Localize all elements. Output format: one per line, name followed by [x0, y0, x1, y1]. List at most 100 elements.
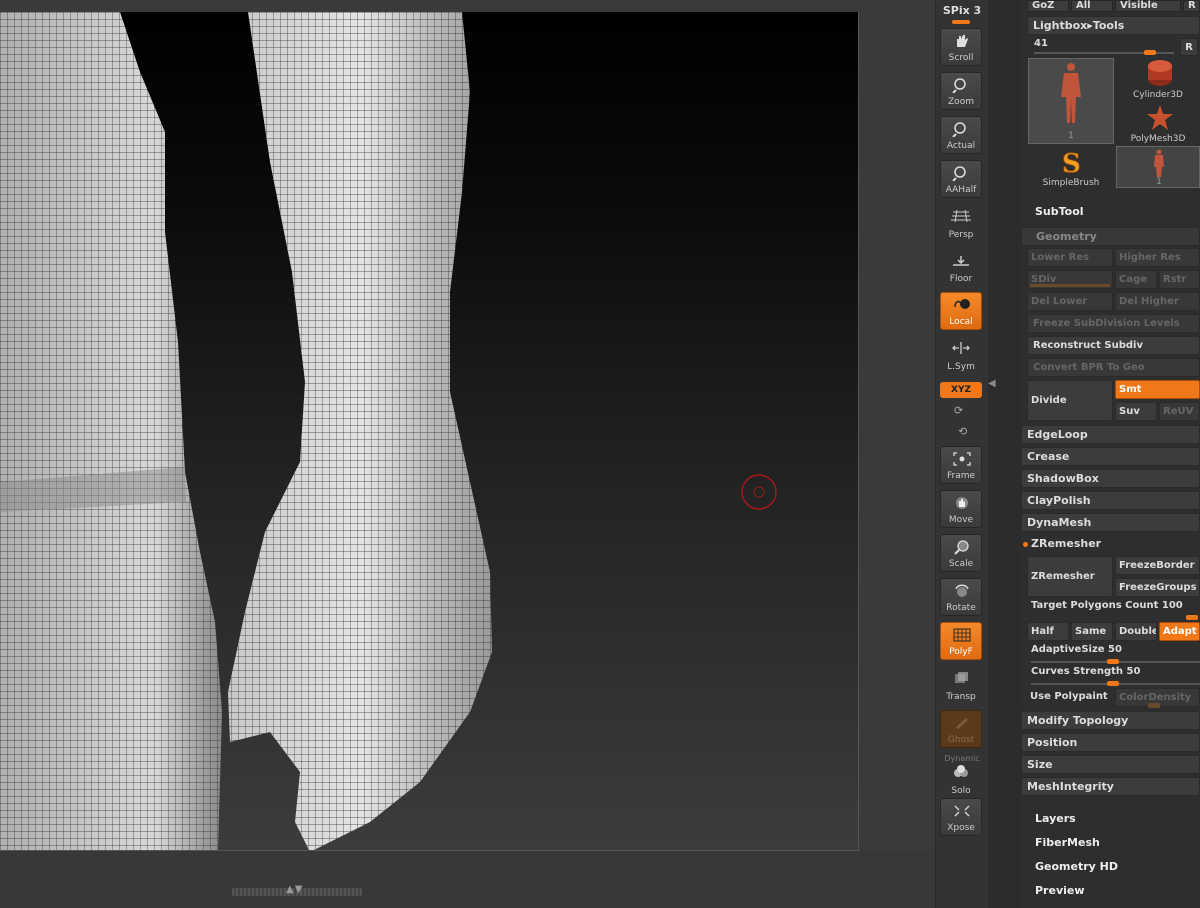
scroll-button[interactable]: Scroll — [940, 28, 982, 66]
mesh-integrity-section[interactable]: MeshIntegrity — [1021, 777, 1200, 796]
suv-toggle[interactable]: Suv — [1115, 402, 1157, 421]
zremesher-section[interactable]: ZRemesher — [1026, 535, 1200, 554]
ghost-icon — [956, 718, 968, 729]
spix-label: SPix 3 — [942, 4, 982, 17]
tray-toggle-icon[interactable]: ▲▼ — [286, 884, 303, 895]
freeze-subdiv-button[interactable]: Freeze SubDivision Levels — [1027, 314, 1200, 333]
aahalf-button[interactable]: AAHalf — [940, 160, 982, 198]
half-toggle[interactable]: Half — [1027, 622, 1069, 641]
zoom-button[interactable]: Zoom — [940, 72, 982, 110]
hand-icon — [957, 35, 968, 47]
panel-scroll-strip[interactable] — [988, 0, 1022, 908]
geometry-header[interactable]: Geometry — [1021, 227, 1200, 246]
rotate-button[interactable]: Rotate — [940, 578, 982, 616]
adapt-toggle[interactable]: Adapt — [1159, 622, 1200, 641]
polyframe-grid-icon — [953, 628, 971, 642]
freeze-border-toggle[interactable]: FreezeBorder — [1115, 556, 1200, 575]
right-shelf: SPix 3 Scroll Zoom Actual AAHalf Persp F… — [935, 0, 989, 908]
dynamesh-section[interactable]: DynaMesh — [1021, 513, 1200, 532]
tool-thumb-human[interactable]: 1 — [1028, 58, 1114, 144]
divide-button[interactable]: Divide — [1027, 380, 1113, 421]
r-button[interactable]: R — [1180, 38, 1198, 56]
reuv-button[interactable]: ReUV — [1159, 402, 1200, 421]
all-button[interactable]: All — [1071, 0, 1113, 12]
rstr-button[interactable]: Rstr — [1159, 270, 1200, 289]
lsym-button[interactable]: L.Sym — [940, 336, 982, 374]
crease-section[interactable]: Crease — [1021, 447, 1200, 466]
double-toggle[interactable]: Double — [1115, 622, 1157, 641]
scale-button[interactable]: Scale — [940, 534, 982, 572]
target-polygons-value: 100 — [1161, 600, 1183, 611]
adaptive-size-knob[interactable] — [1107, 659, 1119, 664]
perspective-grid-icon — [951, 209, 971, 223]
visible-button[interactable]: Visible — [1115, 0, 1181, 12]
subtool-header[interactable]: SubTool — [1021, 203, 1200, 222]
transp-button[interactable]: Transp — [940, 666, 982, 704]
preview-header[interactable]: Preview — [1021, 882, 1200, 901]
canvas-viewport[interactable] — [0, 12, 859, 851]
claypolish-section[interactable]: ClayPolish — [1021, 491, 1200, 510]
polyf-button[interactable]: PolyF — [940, 622, 982, 660]
del-lower-button[interactable]: Del Lower — [1027, 292, 1113, 311]
rotate-icon — [955, 584, 969, 597]
magnifier-icon — [952, 78, 966, 93]
bottom-tray — [0, 851, 935, 908]
solo-spheres-icon — [954, 765, 968, 777]
curves-strength-knob[interactable] — [1107, 681, 1119, 686]
shadowbox-section[interactable]: ShadowBox — [1021, 469, 1200, 488]
rotate-z-icon[interactable]: ⟲ — [958, 425, 967, 438]
zremesher-button[interactable]: ZRemesher — [1027, 556, 1113, 597]
xpose-button[interactable]: Xpose — [940, 798, 982, 836]
modify-topology-section[interactable]: Modify Topology — [1021, 711, 1200, 730]
move-button[interactable]: Move — [940, 490, 982, 528]
use-polypaint-toggle[interactable]: Use Polypaint — [1027, 688, 1113, 707]
geometry-hd-header[interactable]: Geometry HD — [1021, 858, 1200, 877]
collapse-arrow-icon[interactable]: ◀ — [988, 378, 996, 389]
xyz-rotate-toggle[interactable]: XYZ — [940, 382, 982, 398]
persp-button[interactable]: Persp — [940, 204, 982, 242]
cylinder-icon — [1148, 60, 1172, 86]
actual-button[interactable]: Actual — [940, 116, 982, 154]
rotate-y-icon[interactable]: ⟳ — [954, 404, 963, 417]
local-sphere-icon — [954, 299, 970, 309]
goz-button[interactable]: GoZ — [1027, 0, 1069, 12]
higher-res-button[interactable]: Higher Res — [1115, 248, 1200, 267]
tool-slider-knob[interactable] — [1144, 50, 1156, 55]
tool-cylinder3d[interactable]: Cylinder3D — [1116, 58, 1200, 100]
target-polygons-slider[interactable]: Target Polygons Count 100 — [1031, 600, 1183, 611]
reconstruct-subdiv-button[interactable]: Reconstruct Subdiv — [1027, 336, 1200, 355]
adaptive-size-slider[interactable]: AdaptiveSize 50 — [1031, 644, 1122, 655]
lower-res-button[interactable]: Lower Res — [1027, 248, 1113, 267]
curves-strength-value: 50 — [1126, 666, 1141, 677]
del-higher-button[interactable]: Del Higher — [1115, 292, 1200, 311]
edgeloop-section[interactable]: EdgeLoop — [1021, 425, 1200, 444]
target-polygons-knob[interactable] — [1186, 615, 1198, 620]
position-section[interactable]: Position — [1021, 733, 1200, 752]
freeze-groups-toggle[interactable]: FreezeGroups — [1115, 578, 1200, 597]
cage-button[interactable]: Cage — [1115, 270, 1157, 289]
scale-magnifier-icon — [954, 540, 969, 555]
xpose-icon — [954, 805, 970, 817]
magnifier-icon — [952, 122, 966, 137]
fibermesh-header[interactable]: FiberMesh — [1021, 834, 1200, 853]
lightbox-tools-button[interactable]: Lightbox▸Tools — [1027, 16, 1200, 35]
color-density-knob[interactable] — [1148, 703, 1160, 708]
magnifier-icon — [952, 166, 966, 181]
spix-slider[interactable] — [952, 20, 970, 24]
convert-bpr-button[interactable]: Convert BPR To Geo — [1027, 358, 1200, 377]
ghost-button[interactable]: Ghost — [940, 710, 982, 748]
smt-toggle[interactable]: Smt — [1115, 380, 1200, 399]
tool-polymesh3d[interactable]: PolyMesh3D — [1116, 102, 1200, 144]
size-section[interactable]: Size — [1021, 755, 1200, 774]
local-button[interactable]: Local — [940, 292, 982, 330]
floor-button[interactable]: Floor — [940, 248, 982, 286]
tool-simplebrush[interactable]: S SimpleBrush — [1028, 146, 1114, 188]
tool-thumb-human-small[interactable]: 1 — [1116, 146, 1200, 188]
layers-header[interactable]: Layers — [1021, 810, 1200, 829]
r-top-button[interactable]: R — [1183, 0, 1200, 12]
same-toggle[interactable]: Same — [1071, 622, 1113, 641]
frame-button[interactable]: Frame — [940, 446, 982, 484]
floor-icon — [953, 256, 969, 266]
solo-button[interactable]: Solo — [940, 760, 982, 798]
curves-strength-slider[interactable]: Curves Strength 50 — [1031, 666, 1140, 677]
